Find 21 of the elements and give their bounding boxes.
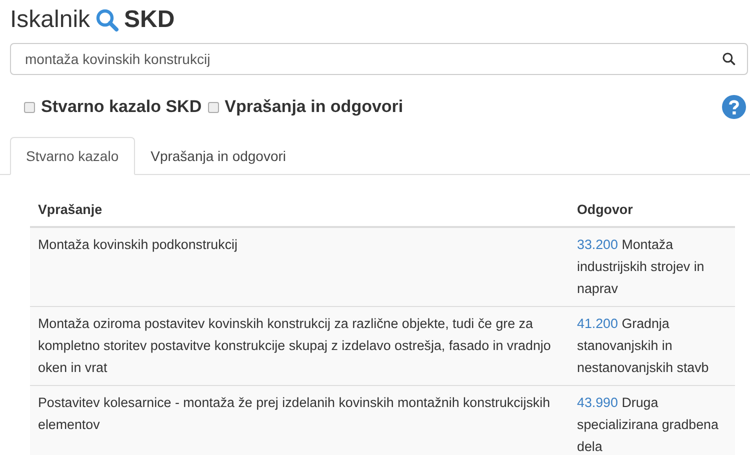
tab[interactable]: Stvarno kazalo xyxy=(10,137,135,175)
checkbox[interactable] xyxy=(24,102,35,112)
checkbox-label[interactable]: Vprašanja in odgovori xyxy=(224,97,404,117)
code-link[interactable]: 43.990 xyxy=(577,395,618,410)
search-field[interactable]: montaža kovinskih konstrukcij xyxy=(10,43,748,75)
page-title: SKD xyxy=(124,6,175,34)
code-link[interactable]: 33.200 xyxy=(577,237,618,252)
checkbox-label[interactable]: Stvarno kazalo SKD xyxy=(41,97,202,117)
search-icon[interactable] xyxy=(722,52,736,66)
answer-cell: 41.200 Gradnja stanovanjskih in nestanovanjskih stavb xyxy=(569,306,735,386)
help-icon[interactable] xyxy=(722,95,746,119)
checkbox[interactable] xyxy=(208,102,219,112)
question-cell: Montaža kovinskih podkonstrukcij xyxy=(30,227,569,306)
answer-cell: 33.200 Montaža industrijskih strojev in naprav xyxy=(569,227,735,306)
question-cell: Montaža oziroma postavitev kovinskih konstrukcij za različne objekte, tudi če gre za kompletno storitev postavitve konstrukcije skupaj z izdelavo ostrešja, fasado in vradnjo oken in vrat xyxy=(30,306,569,386)
search-icon xyxy=(95,8,120,32)
answer-cell: 43.990 Druga specializirana gradbena dela xyxy=(569,386,735,455)
code-link[interactable]: 41.200 xyxy=(577,316,618,331)
question-cell: Postavitev kolesarnice - montaža že prej izdelanih kovinskih montažnih konstrukcijskih elementov xyxy=(30,386,569,455)
page-title: Iskalnik xyxy=(10,6,90,34)
tab[interactable]: Vprašanja in odgovori xyxy=(134,137,302,175)
